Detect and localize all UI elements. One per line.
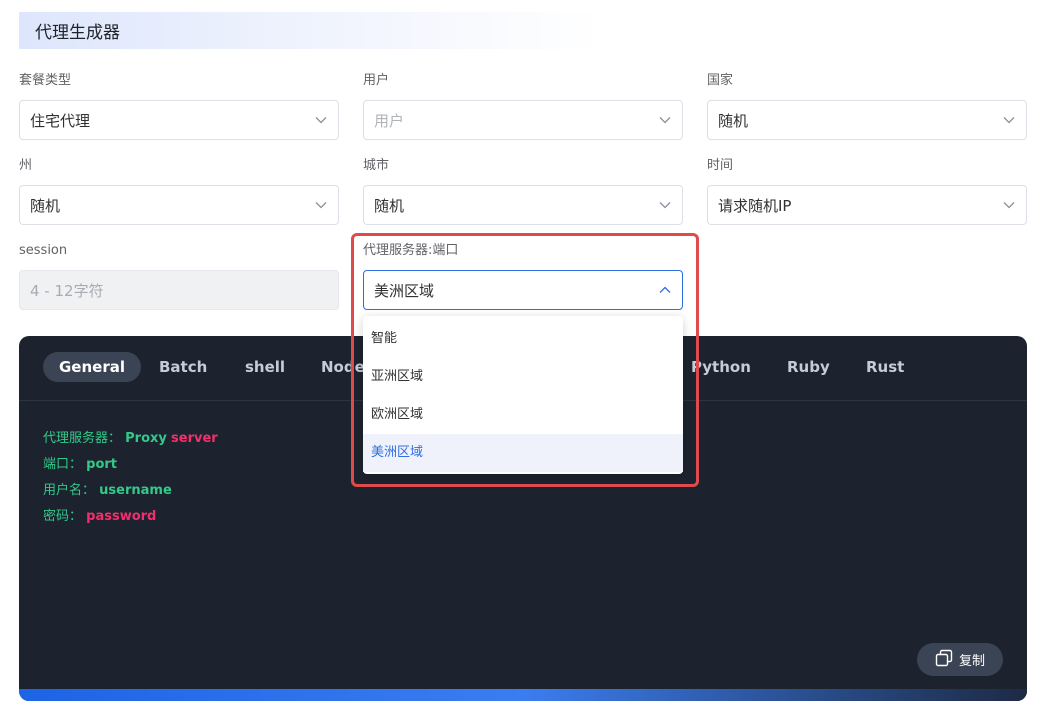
tab-general[interactable]: General bbox=[43, 352, 141, 382]
chevron-up-icon bbox=[658, 283, 672, 297]
session-placeholder: 4 - 12字符 bbox=[30, 281, 104, 300]
code-line-password: 密码： password bbox=[43, 504, 218, 530]
chevron-down-icon bbox=[1002, 113, 1016, 127]
user-field: 用户 用户 bbox=[363, 72, 683, 140]
copy-label: 复制 bbox=[958, 654, 985, 669]
package-type-select[interactable]: 住宅代理 bbox=[19, 100, 339, 140]
copy-button[interactable]: 复制 bbox=[917, 643, 1003, 676]
tab-ruby[interactable]: Ruby bbox=[771, 352, 846, 382]
tab-python[interactable]: Python bbox=[675, 352, 767, 382]
chevron-down-icon bbox=[314, 198, 328, 212]
tab-rust[interactable]: Rust bbox=[850, 352, 920, 382]
code-key: 端口： bbox=[43, 457, 83, 472]
code-value: username bbox=[99, 483, 172, 498]
code-value: Proxy bbox=[125, 431, 167, 446]
code-line-server: 代理服务器： Proxy server bbox=[43, 426, 218, 452]
package-type-value: 住宅代理 bbox=[30, 111, 91, 130]
session-label: session bbox=[19, 243, 68, 258]
dropdown-option-europe[interactable]: 欧洲区域 bbox=[363, 396, 683, 434]
server-port-label: 代理服务器:端口 bbox=[363, 243, 459, 258]
chevron-down-icon bbox=[658, 113, 672, 127]
time-value: 请求随机IP bbox=[718, 196, 792, 215]
copy-icon bbox=[935, 649, 953, 671]
code-key: 用户名： bbox=[43, 483, 96, 498]
city-field: 城市 随机 bbox=[363, 157, 683, 225]
server-port-value: 美洲区域 bbox=[374, 281, 435, 300]
time-select[interactable]: 请求随机IP bbox=[707, 185, 1027, 225]
state-label: 州 bbox=[19, 158, 33, 173]
user-label: 用户 bbox=[363, 73, 390, 88]
country-select[interactable]: 随机 bbox=[707, 100, 1027, 140]
code-line-port: 端口： port bbox=[43, 452, 218, 478]
tab-shell[interactable]: shell bbox=[229, 352, 301, 382]
state-value: 随机 bbox=[30, 196, 61, 215]
tab-batch[interactable]: Batch bbox=[143, 352, 223, 382]
chevron-down-icon bbox=[314, 113, 328, 127]
time-label: 时间 bbox=[707, 158, 734, 173]
user-select[interactable]: 用户 bbox=[363, 100, 683, 140]
chevron-down-icon bbox=[658, 198, 672, 212]
state-select[interactable]: 随机 bbox=[19, 185, 339, 225]
city-label: 城市 bbox=[363, 158, 390, 173]
state-field: 州 随机 bbox=[19, 157, 339, 225]
code-output: 代理服务器： Proxy server 端口： port 用户名： userna… bbox=[43, 426, 218, 530]
dropdown-option-america[interactable]: 美洲区域 bbox=[363, 434, 683, 472]
user-placeholder: 用户 bbox=[374, 111, 405, 130]
time-field: 时间 请求随机IP bbox=[707, 157, 1027, 225]
session-input[interactable]: 4 - 12字符 bbox=[19, 270, 339, 310]
dropdown-option-asia[interactable]: 亚洲区域 bbox=[363, 358, 683, 396]
code-key: 密码： bbox=[43, 509, 83, 524]
server-port-field: 代理服务器:端口 美洲区域 bbox=[363, 242, 683, 310]
code-value: port bbox=[86, 457, 118, 472]
country-value: 随机 bbox=[718, 111, 749, 130]
city-select[interactable]: 随机 bbox=[363, 185, 683, 225]
server-port-dropdown: 智能 亚洲区域 欧洲区域 美洲区域 bbox=[363, 316, 683, 474]
package-type-field: 套餐类型 住宅代理 bbox=[19, 72, 339, 140]
code-line-username: 用户名： username bbox=[43, 478, 218, 504]
panel-bottom-bar bbox=[19, 689, 1027, 701]
chevron-down-icon bbox=[1002, 198, 1016, 212]
page-title: 代理生成器 bbox=[19, 12, 599, 49]
city-value: 随机 bbox=[374, 196, 405, 215]
code-key: 代理服务器： bbox=[43, 431, 122, 446]
code-value: server bbox=[171, 431, 218, 446]
server-port-select[interactable]: 美洲区域 bbox=[363, 270, 683, 310]
country-label: 国家 bbox=[707, 73, 734, 88]
dropdown-option-smart[interactable]: 智能 bbox=[363, 320, 683, 358]
session-field: session 4 - 12字符 bbox=[19, 242, 339, 310]
package-type-label: 套餐类型 bbox=[19, 73, 72, 88]
code-value: password bbox=[86, 509, 157, 524]
country-field: 国家 随机 bbox=[707, 72, 1027, 140]
